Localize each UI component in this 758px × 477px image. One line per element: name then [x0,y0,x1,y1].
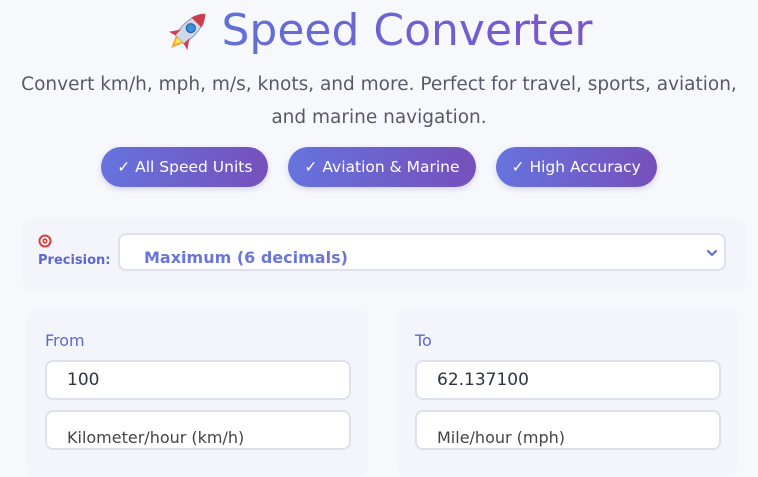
badge-all-speed-units: ✓ All Speed Units [101,147,269,187]
precision-selected-value: Maximum (6 decimals) [144,248,348,267]
precision-select[interactable]: Maximum (6 decimals) [118,233,726,271]
to-label: To [415,331,432,350]
from-label: From [45,331,85,350]
precision-label: Precision: [38,253,111,268]
badge-high-accuracy: ✓ High Accuracy [495,147,657,187]
from-unit-select[interactable]: Kilometer/hour (km/h) [45,410,351,450]
badge-aviation-marine: ✓ Aviation & Marine [288,147,476,187]
from-unit-value: Kilometer/hour (km/h) [67,428,245,447]
page-subtitle: Convert km/h, mph, m/s, knots, and more.… [21,74,737,128]
page-header: Speed Converter [0,2,758,60]
page-title: Speed Converter [221,2,592,60]
feature-badges: ✓ All Speed Units ✓ Aviation & Marine ✓ … [0,147,758,187]
to-unit-value: Mile/hour (mph) [437,428,566,447]
to-unit-select[interactable]: Mile/hour (mph) [415,410,721,450]
precision-label-group: Precision: [38,234,111,270]
to-value-input[interactable]: 62.137100 [415,360,721,400]
chevron-down-icon [706,244,718,257]
from-value-input[interactable]: 100 [45,360,351,400]
target-icon [38,234,52,248]
rocket-icon [165,5,211,57]
